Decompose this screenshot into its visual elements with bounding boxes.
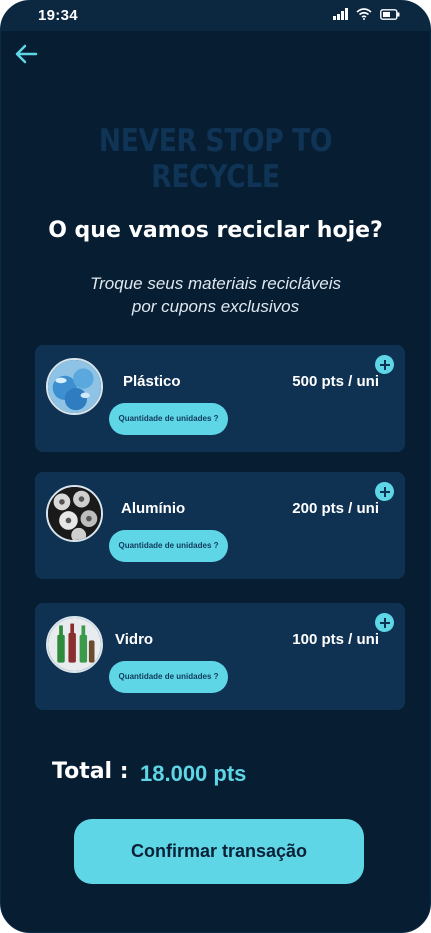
material-price: 200 pts / uni — [292, 500, 379, 517]
status-icons — [333, 8, 400, 20]
plastic-bottles-icon — [46, 358, 103, 415]
wifi-icon — [356, 8, 372, 20]
material-name: Plástico — [123, 373, 181, 390]
quantity-input-aluminio[interactable]: Quantidade de unidades ? — [109, 530, 228, 562]
material-price: 100 pts / uni — [292, 631, 379, 648]
subtitle-line-2: por cupons exclusivos — [131, 297, 300, 316]
subtitle-line-1: Troque seus materiais recicláveis — [90, 274, 341, 293]
material-card-vidro: Vidro 100 pts / uni Quantidade de unidad… — [35, 603, 405, 710]
page-title: O que vamos reciclar hoje? — [48, 218, 383, 243]
material-name: Vidro — [115, 631, 154, 648]
battery-icon — [380, 8, 400, 20]
material-price: 500 pts / uni — [292, 373, 379, 390]
add-aluminio-button[interactable] — [375, 482, 394, 501]
add-plastico-button[interactable] — [375, 355, 394, 374]
phone-screen: 19:34 NEVER STOP TO RECYCLE O que vamos … — [0, 0, 431, 933]
material-card-plastico: Plástico 500 pts / uni Quantidade de uni… — [35, 345, 405, 452]
status-bar: 19:34 — [1, 1, 430, 31]
total-value: 18.000 pts — [140, 761, 247, 786]
add-vidro-button[interactable] — [375, 613, 394, 632]
material-name: Alumínio — [121, 500, 186, 517]
confirm-transaction-button[interactable]: Confirmar transação — [74, 819, 364, 884]
signal-icon — [333, 8, 348, 20]
material-card-aluminio: Alumínio 200 pts / uni Quantidade de uni… — [35, 472, 405, 579]
quantity-input-plastico[interactable]: Quantidade de unidades ? — [109, 403, 228, 435]
back-button[interactable] — [13, 43, 39, 65]
glass-bottles-icon — [46, 616, 103, 673]
status-time: 19:34 — [38, 7, 78, 24]
quantity-input-vidro[interactable]: Quantidade de unidades ? — [109, 661, 228, 693]
arrow-left-icon — [15, 44, 38, 64]
hero-background-text: NEVER STOP TO RECYCLE — [98, 123, 333, 195]
aluminum-cans-icon — [46, 485, 103, 542]
page-subtitle: Troque seus materiais recicláveis por cu… — [1, 272, 430, 318]
total-label: Total : — [52, 759, 129, 784]
